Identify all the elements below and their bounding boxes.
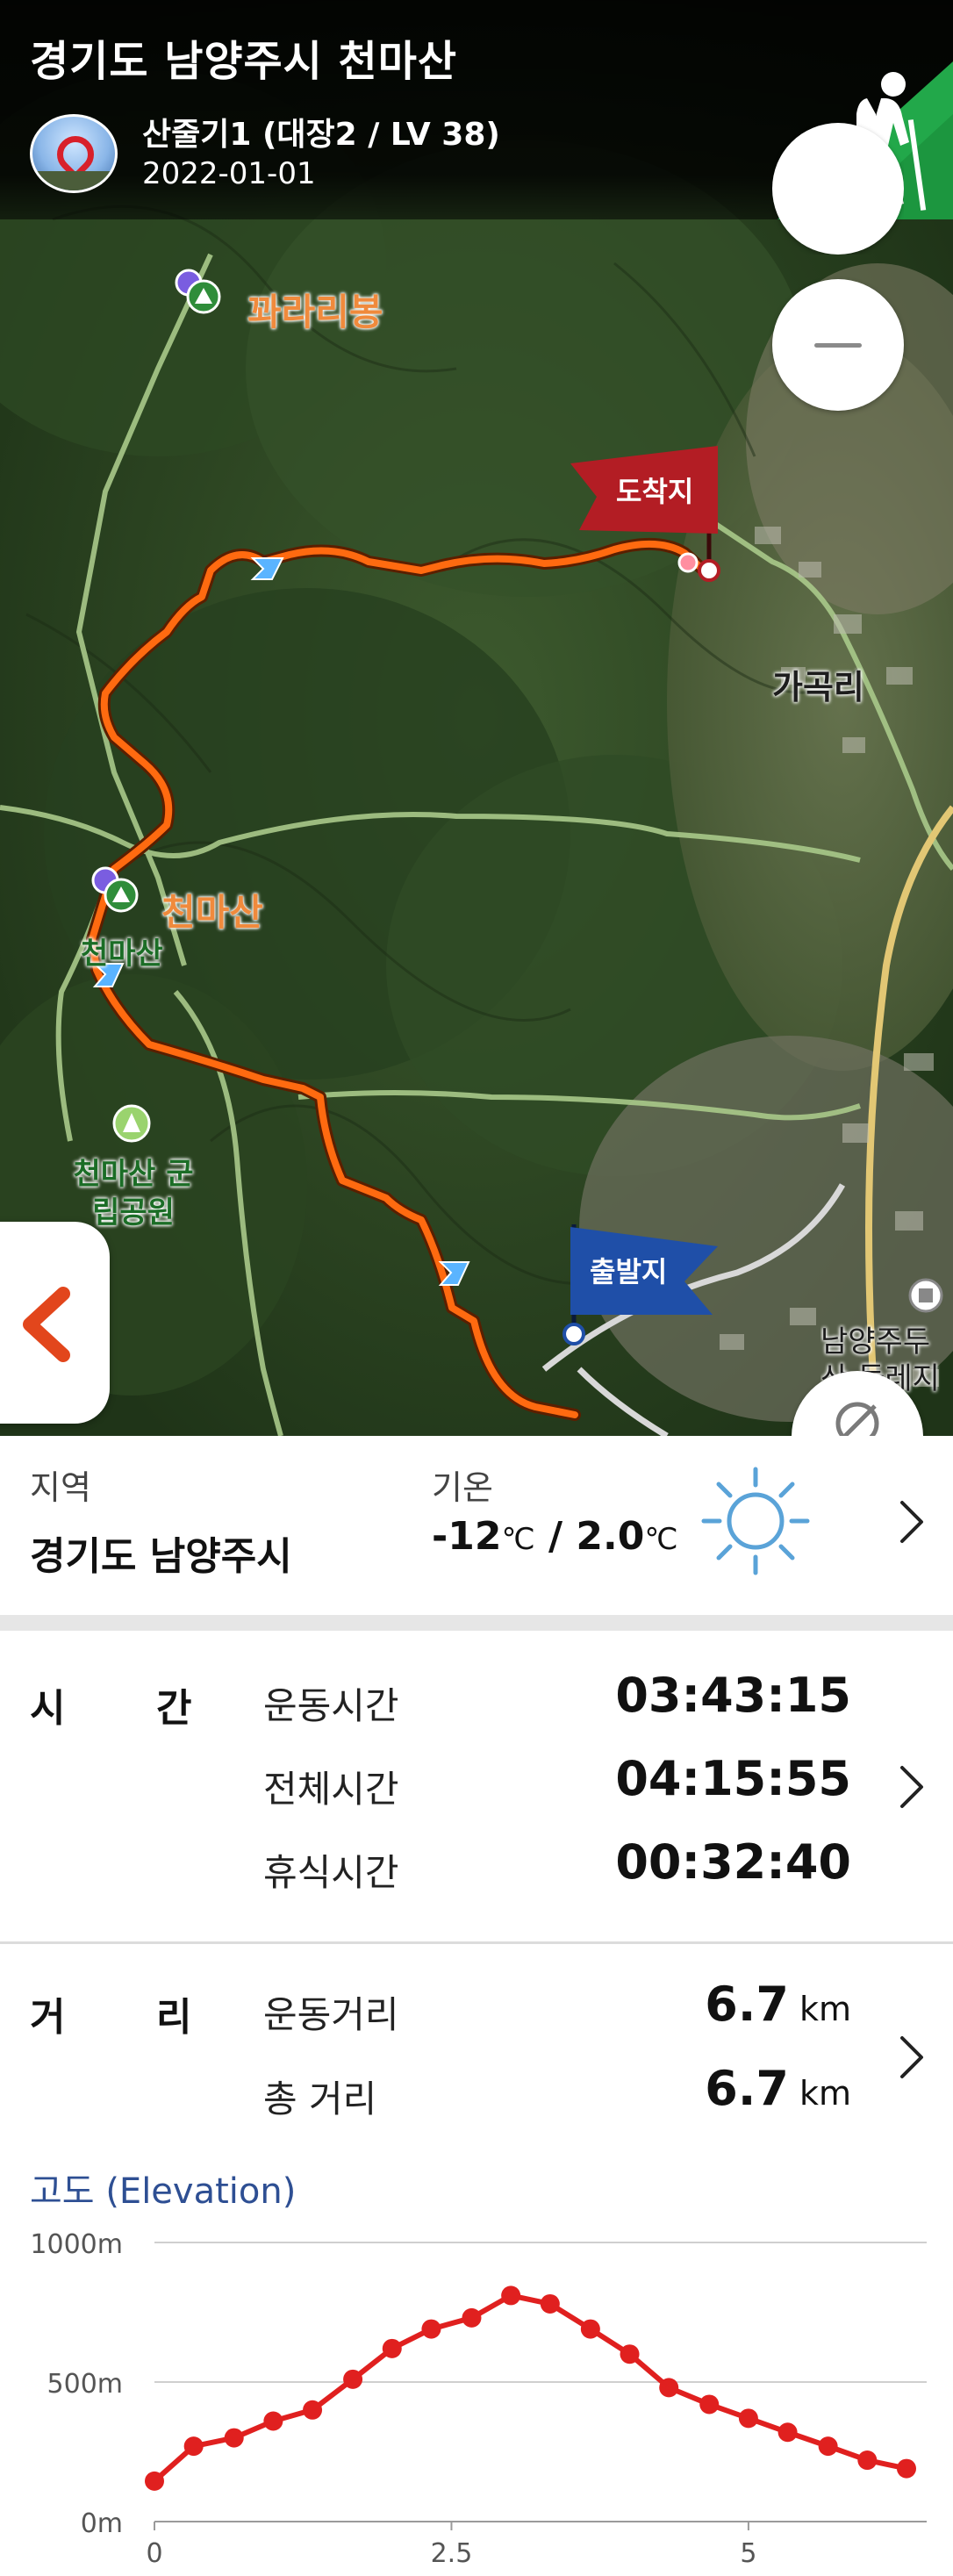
section-divider [0, 1615, 953, 1631]
exercise-distance-label: 운동거리 [263, 1993, 399, 2036]
x-tick-label: 5 [740, 2538, 756, 2569]
temp-separator: / [548, 1514, 563, 1559]
elevation-point [580, 2319, 600, 2339]
park-icon [112, 1104, 151, 1143]
elevation-point [462, 2307, 482, 2328]
elevation-point [620, 2344, 640, 2364]
elevation-point [738, 2408, 758, 2429]
elevation-point [501, 2285, 521, 2306]
compass-button[interactable] [792, 1371, 923, 1436]
map-label-peak-north: 꽈라리봉 [247, 291, 383, 334]
compass-icon [835, 1402, 879, 1436]
elevation-point [699, 2394, 720, 2415]
elevation-title: 고도 (Elevation) [30, 2171, 297, 2212]
zoom-out-button[interactable] [772, 279, 904, 411]
sun-icon [701, 1467, 810, 1575]
elevation-chart: 1000m 500m 0m 0 2.5 5 [30, 2229, 927, 2569]
rest-time-value: 00:32:40 [615, 1834, 851, 1890]
exercise-distance-value: 6.7 km [705, 1977, 851, 2032]
chevron-right-icon[interactable] [893, 2033, 928, 2082]
user-name-level: 산줄기1 (대장2 / LV 38) [142, 117, 500, 153]
map-label-departure: 출발지 [590, 1255, 668, 1288]
elevation-point [263, 2411, 283, 2431]
chevron-right-icon[interactable] [893, 1762, 928, 1812]
map-label-peak-main: 천마산 [161, 891, 263, 934]
back-button[interactable] [0, 1222, 110, 1424]
poi-icon [908, 1278, 943, 1313]
elevation-point [777, 2422, 798, 2443]
elevation-point [818, 2436, 838, 2457]
elevation-point [896, 2458, 916, 2479]
chevron-right-icon[interactable] [893, 1497, 928, 1546]
temperature-value: -12℃ / 2.0℃ [432, 1514, 678, 1559]
temp-low: -12 [432, 1514, 502, 1559]
elevation-point [183, 2436, 204, 2457]
total-time-value: 04:15:55 [615, 1751, 851, 1806]
rest-time-label: 휴식시간 [263, 1851, 399, 1894]
section-divider [0, 1941, 953, 1944]
zoom-in-button[interactable] [772, 123, 904, 255]
region-value: 경기도 남양주시 [30, 1534, 292, 1579]
x-tick-label: 0 [146, 2538, 162, 2569]
elevation-point [343, 2369, 363, 2389]
elevation-point [659, 2378, 679, 2398]
x-tick-label: 2.5 [431, 2538, 473, 2569]
total-time-label: 전체시간 [263, 1768, 399, 1811]
avatar[interactable] [30, 114, 118, 193]
route-map[interactable]: 꽈라리봉 도착지 가곡리 천마산 천마산 천마산 군립공원 출발지 남양주두산 … [0, 0, 953, 1436]
total-distance-label: 총 거리 [263, 2077, 377, 2120]
region-label: 지역 [30, 1468, 91, 1507]
page-title: 경기도 남양주시 천마산 [30, 37, 458, 86]
map-label-arrival: 도착지 [616, 475, 694, 508]
elevation-point [382, 2338, 402, 2358]
temp-high: 2.0 [576, 1514, 645, 1559]
chevron-left-icon [23, 1287, 70, 1362]
activity-date: 2022-01-01 [142, 156, 316, 191]
elevation-line [153, 2293, 907, 2484]
elevation-point [540, 2293, 560, 2314]
distance-heading-2: 리 [156, 1995, 192, 2040]
elevation-point [421, 2319, 441, 2339]
exercise-time-label: 운동시간 [263, 1684, 399, 1727]
elevation-point [857, 2450, 878, 2471]
elevation-point [224, 2428, 244, 2448]
total-distance-value: 6.7 km [705, 2061, 851, 2116]
y-tick-label: 0m [81, 2508, 123, 2539]
elevation-point [303, 2400, 323, 2420]
exercise-time-value: 03:43:15 [615, 1668, 851, 1723]
temperature-label: 기온 [432, 1468, 493, 1507]
distance-heading-1: 거 [30, 1995, 66, 2040]
map-label-village: 가곡리 [772, 668, 864, 707]
time-heading-2: 간 [156, 1686, 192, 1731]
y-tick-label: 500m [47, 2369, 123, 2400]
map-label-park: 천마산 군립공원 [73, 1157, 194, 1231]
map-label-peak-small: 천마산 [81, 936, 163, 972]
y-tick-label: 1000m [30, 2229, 123, 2260]
elevation-point [145, 2471, 164, 2491]
time-heading-1: 시 [30, 1686, 66, 1731]
